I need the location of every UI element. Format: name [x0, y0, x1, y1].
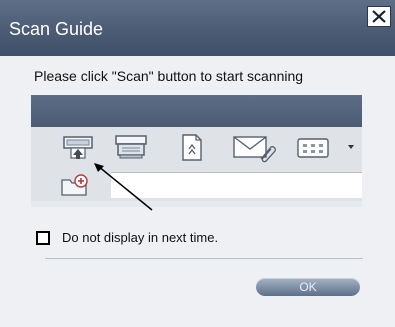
scan-icon: [63, 136, 93, 159]
new-folder-button[interactable]: [59, 171, 91, 204]
scanner-icon: [115, 135, 147, 159]
document-button[interactable]: [179, 133, 205, 168]
chevron-down-icon[interactable]: [348, 145, 354, 149]
ok-button[interactable]: OK: [256, 278, 360, 296]
do-not-display-checkbox[interactable]: [36, 231, 50, 245]
grid-button[interactable]: [295, 133, 331, 168]
title-bar: Scan Guide: [0, 0, 395, 56]
email-icon: [233, 136, 276, 163]
window-title: Scan Guide: [9, 19, 104, 39]
email-button[interactable]: [231, 133, 277, 168]
new-folder-icon: [61, 174, 88, 196]
toolbar: [31, 127, 362, 169]
scan-toolbar-panel: [31, 95, 362, 207]
close-icon: [372, 10, 386, 23]
close-button[interactable]: [367, 6, 391, 27]
document-icon: [182, 134, 202, 161]
grid-icon: [297, 138, 329, 158]
path-row: [31, 169, 362, 201]
do-not-display-label: Do not display in next time.: [62, 230, 219, 245]
instruction-text: Please click "Scan" button to start scan…: [34, 68, 304, 84]
panel-header: [31, 95, 362, 127]
scan-guide-dialog: Scan Guide Please click "Scan" button to…: [0, 0, 395, 327]
divider: [45, 258, 363, 259]
pointer-arrow: [94, 163, 153, 211]
